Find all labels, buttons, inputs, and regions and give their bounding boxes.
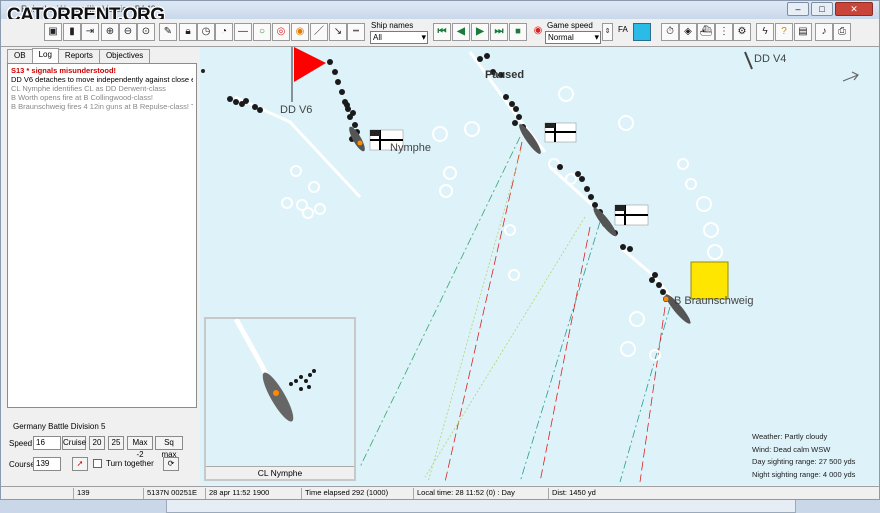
- cruise-button[interactable]: Cruise: [62, 436, 86, 450]
- log-entry: B Braunschweig fires 4 12in guns at B Re…: [11, 102, 193, 111]
- tab-log[interactable]: Log: [31, 48, 59, 63]
- division-name: Germany Battle Division 5: [13, 422, 106, 431]
- status-course: 139: [73, 488, 143, 499]
- book-icon[interactable]: ▮: [63, 23, 81, 41]
- next-icon[interactable]: ▶: [471, 23, 489, 41]
- status-position: 5137N 00251E: [143, 488, 205, 499]
- line-icon[interactable]: —: [234, 23, 252, 41]
- speed-25-button[interactable]: 25: [108, 436, 124, 450]
- save-icon[interactable]: ▣: [44, 23, 62, 41]
- zoom-reset-icon[interactable]: ⊙: [137, 23, 155, 41]
- turn-together-label: Turn together: [106, 459, 154, 468]
- prev-ship-icon[interactable]: ⏮: [433, 23, 451, 41]
- red-circle-icon[interactable]: ◎: [272, 23, 290, 41]
- taskbar-window[interactable]: [166, 500, 796, 513]
- turn-together-checkbox[interactable]: [93, 459, 102, 468]
- game-speed-select[interactable]: Normal: [545, 31, 601, 44]
- taskbar: [0, 500, 880, 513]
- night-sighting-line: Night sighting range: 4 000 yds: [752, 469, 856, 479]
- status-bar: 139 5137N 00251E 28 apr 11:52 1900 Time …: [1, 486, 879, 499]
- log-list[interactable]: S13 * signals misunderstood! DD V6 detac…: [7, 63, 197, 408]
- exit-icon[interactable]: ⇥: [81, 23, 99, 41]
- formation-icon[interactable]: ⋮: [715, 23, 733, 41]
- maximize-button[interactable]: □: [811, 2, 833, 16]
- ship-names-select[interactable]: All: [370, 31, 428, 44]
- wind-line: Wind: Dead calm WSW: [752, 444, 831, 454]
- log-entry: B Worth opens fire at B Collingwood-clas…: [11, 93, 154, 102]
- zoom-out-icon[interactable]: ⊖: [119, 23, 137, 41]
- tab-objectives[interactable]: Objectives: [98, 49, 151, 63]
- weather-line: Weather: Partly cloudy: [752, 432, 828, 441]
- stopwatch-icon[interactable]: ⏱: [661, 23, 679, 41]
- ship-label-braunschweig[interactable]: B Braunschweig: [674, 295, 754, 307]
- ship-label-dd-v6[interactable]: DD V6: [280, 104, 312, 116]
- ship-label-dd-v4[interactable]: DD V4: [754, 53, 786, 65]
- status-elapsed: Time elapsed 292 (1000): [301, 488, 413, 499]
- course-label: Course: [9, 460, 35, 469]
- torpedo-track-icon[interactable]: ／: [310, 23, 328, 41]
- measure-icon[interactable]: ✎: [159, 23, 177, 41]
- end-icon[interactable]: ⏹: [509, 23, 527, 41]
- orange-circle-icon[interactable]: ◉: [291, 23, 309, 41]
- layers-icon[interactable]: ◈: [679, 23, 697, 41]
- inset-graphics: [233, 319, 316, 422]
- battle-map[interactable]: Paused DD V6 DD V4 Nymphe B Braunschweig…: [200, 47, 879, 485]
- title-bar: Rule the Waves III - Version B143 CATORR…: [1, 1, 879, 26]
- lightning-icon[interactable]: ϟ: [756, 23, 774, 41]
- lock-icon[interactable]: 🔒︎: [179, 23, 197, 41]
- zoom-in-icon[interactable]: ⊕: [101, 23, 119, 41]
- log-entry: S13 * signals misunderstood!: [11, 66, 117, 75]
- green-circle-icon[interactable]: ○: [253, 23, 271, 41]
- speed-input[interactable]: 16: [33, 436, 61, 450]
- paused-label: Paused: [485, 69, 525, 81]
- clock-icon[interactable]: ◷: [197, 23, 215, 41]
- close-button[interactable]: ✕: [835, 2, 873, 16]
- inset-ship-name: CL Nymphe: [206, 466, 354, 479]
- course-pointer-icon[interactable]: ➚: [72, 457, 88, 471]
- course-input[interactable]: 139: [33, 457, 61, 471]
- max-minus-2-button[interactable]: Max -2: [127, 436, 153, 459]
- weather-panel: Weather: Partly cloudy Wind: Dead calm W…: [752, 431, 855, 481]
- left-panel: OB Log Reports Objectives S13 * signals …: [3, 47, 199, 485]
- game-speed-label: Game speed: [547, 21, 593, 30]
- game-window: Rule the Waves III - Version B143 CATORR…: [0, 0, 880, 500]
- tab-ob[interactable]: OB: [7, 49, 33, 63]
- refresh-icon[interactable]: ⟳: [163, 457, 179, 471]
- ship-icon[interactable]: ⛴: [697, 23, 715, 41]
- speed-label: Speed: [9, 439, 33, 448]
- speed-stepper[interactable]: ⇕: [602, 23, 613, 41]
- timer-icon[interactable]: ◔: [215, 23, 233, 41]
- tab-reports[interactable]: Reports: [57, 49, 100, 63]
- print-icon[interactable]: ⎙: [833, 23, 851, 41]
- sound-icon[interactable]: ♪: [815, 23, 833, 41]
- flag-icon: [369, 122, 649, 226]
- settings-icon[interactable]: ⚙: [733, 23, 751, 41]
- next-ship-icon[interactable]: ⏭: [490, 23, 508, 41]
- weather-view-icon[interactable]: [633, 23, 651, 41]
- prev-icon[interactable]: ◀: [452, 23, 470, 41]
- gun-icon[interactable]: ↘: [329, 23, 347, 41]
- ship-names-label: Ship names: [371, 21, 414, 30]
- status-distance: Dist: 1450 yd: [548, 488, 668, 499]
- ship-inset-view[interactable]: CL Nymphe: [204, 317, 356, 481]
- toolbar: ▣ ▮ ⇥ ⊕ ⊖ ⊙ ✎ 🔒︎ ◷ ◔ — ○ ◎ ◉ ／ ↘ ┅ Ship …: [1, 19, 879, 47]
- speed-20-button[interactable]: 20: [89, 436, 105, 450]
- ship-label-nymphe[interactable]: Nymphe: [390, 142, 431, 154]
- log-entry: DD V6 detaches to move independently aga…: [11, 75, 193, 84]
- report-icon[interactable]: ▤: [794, 23, 812, 41]
- status-datetime: 28 apr 11:52 1900: [205, 488, 301, 499]
- minimize-button[interactable]: –: [787, 2, 809, 16]
- squadron-max-button[interactable]: Sq max: [155, 436, 183, 459]
- log-entry: CL Nymphe identifies CL as DD Derwent-cl…: [11, 84, 166, 93]
- help-icon[interactable]: ?: [775, 23, 793, 41]
- day-sighting-line: Day sighting range: 27 500 yds: [752, 457, 856, 466]
- status-local-time: Local time: 28 11:52 (0) : Day: [413, 488, 548, 499]
- fa-label: FA: [618, 25, 628, 34]
- dash-line-icon[interactable]: ┅: [347, 23, 365, 41]
